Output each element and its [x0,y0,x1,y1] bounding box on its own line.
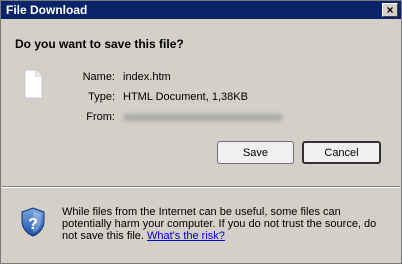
file-info-values: index.htm HTML Document, 1,38KB [123,70,283,130]
security-shield-icon: ? [21,207,45,237]
document-icon [24,69,43,99]
window-title: File Download [6,3,88,17]
type-label: Type: [88,91,115,103]
file-source [123,110,283,130]
file-download-dialog: File Download × Do you want to save this… [0,0,402,264]
file-type: HTML Document, 1,38KB [123,91,248,103]
title-bar[interactable]: File Download × [1,1,401,19]
close-button[interactable]: × [382,3,398,17]
save-button[interactable]: Save [217,141,294,164]
dialog-question: Do you want to save this file? [15,37,184,51]
security-warning: While files from the Internet can be use… [62,206,392,242]
file-info-labels: Name: Type: From: [73,70,115,130]
name-label: Name: [82,71,115,83]
close-icon: × [386,3,394,17]
cancel-button[interactable]: Cancel [302,141,381,164]
svg-text:?: ? [28,216,38,233]
from-label: From: [86,111,115,123]
divider [2,186,400,188]
redacted-source [123,114,283,121]
file-name: index.htm [123,71,171,83]
whats-the-risk-link[interactable]: What's the risk? [147,230,225,242]
